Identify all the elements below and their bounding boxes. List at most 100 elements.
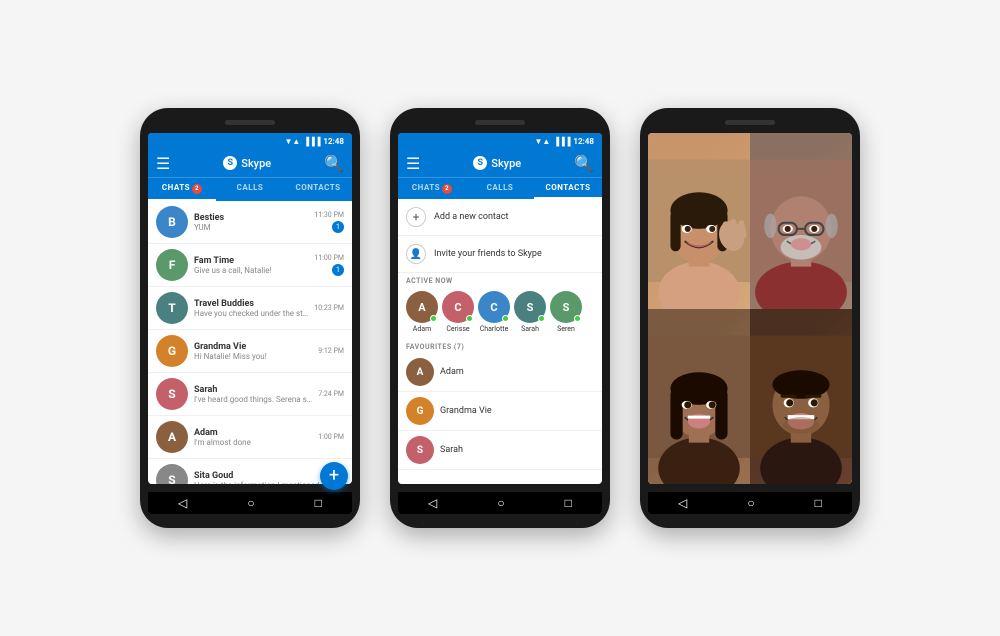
back-button-3[interactable]: ◁ (678, 496, 687, 510)
video-call-grid (648, 133, 852, 484)
active-avatar-wrap-cerisse: C (442, 291, 474, 323)
chat-meta-famtime: 11:00 PM 1 (314, 254, 344, 276)
chat-item-famtime[interactable]: F Fam Time Give us a call, Natalie! 11:0… (148, 244, 352, 287)
chat-time-famtime: 11:00 PM (314, 254, 344, 262)
search-icon-1[interactable]: 🔍 (324, 154, 344, 173)
add-contact-action[interactable]: + Add a new contact (398, 199, 602, 236)
recent-button-1[interactable]: □ (315, 496, 322, 510)
active-avatar-wrap-seren: S (550, 291, 582, 323)
tabs-1: CHATS2 CALLS CONTACTS (148, 177, 352, 201)
favourites-label: FAVOURITES (7) (398, 339, 602, 353)
skype-s-logo-1: S (223, 156, 237, 170)
menu-icon-1[interactable]: ☰ (156, 154, 170, 173)
wifi-icon: ▼▲ (285, 137, 301, 146)
online-dot-seren (574, 315, 581, 322)
nav-bar-2: ◁ ○ □ (398, 492, 602, 514)
chat-item-besties[interactable]: B Besties YUM 11:30 PM 1 (148, 201, 352, 244)
chat-meta-sarah: 7:24 PM (318, 390, 344, 398)
chat-preview-besties: YUM (194, 223, 308, 232)
chat-time-grandma: 9:12 PM (318, 347, 344, 355)
signal-icon: ▐▐▐ (303, 137, 320, 146)
active-contact-sarah[interactable]: S Sarah (514, 291, 546, 333)
tab-contacts-2[interactable]: CONTACTS (534, 178, 602, 199)
active-contact-adam[interactable]: A Adam (406, 291, 438, 333)
chats-badge-1: 2 (192, 184, 202, 194)
fav-item-adam[interactable]: A Adam (398, 353, 602, 392)
chat-meta-besties: 11:30 PM 1 (314, 211, 344, 233)
phone-screen-1: ▼▲ ▐▐▐ 12:48 ☰ S Skype 🔍 CHATS2 CALLS CO… (148, 133, 352, 484)
online-dot-charlotte (502, 315, 509, 322)
chat-unread-besties: 1 (332, 221, 344, 233)
active-name-sarah: Sarah (521, 325, 539, 333)
tab-calls-2[interactable]: CALLS (466, 178, 534, 199)
active-contact-charlotte[interactable]: C Charlotte (478, 291, 510, 333)
avatar-travel: T (156, 292, 188, 324)
chat-content-sita: Sita Goud Here is the information I ment… (194, 471, 338, 485)
back-button-2[interactable]: ◁ (428, 496, 437, 510)
chat-item-travel[interactable]: T Travel Buddies Have you checked under … (148, 287, 352, 330)
fav-item-grandma[interactable]: G Grandma Vie (398, 392, 602, 431)
back-button-1[interactable]: ◁ (178, 496, 187, 510)
video-participant-bot-right (750, 309, 852, 485)
active-contact-seren[interactable]: S Seren (550, 291, 582, 333)
online-dot-cerisse (466, 315, 473, 322)
chat-time-besties: 11:30 PM (314, 211, 344, 219)
active-name-adam: Adam (413, 325, 431, 333)
menu-icon-2[interactable]: ☰ (406, 154, 420, 173)
invite-action[interactable]: 👤 Invite your friends to Skype (398, 236, 602, 273)
avatar-besties: B (156, 206, 188, 238)
fav-item-sarah[interactable]: S Sarah (398, 431, 602, 470)
chat-item-adam[interactable]: A Adam I'm almost done 1:00 PM (148, 416, 352, 459)
tab-chats-1[interactable]: CHATS2 (148, 178, 216, 201)
tab-chats-2[interactable]: CHATS2 (398, 178, 466, 199)
status-bar-2: ▼▲ ▐▐▐ 12:48 (398, 133, 602, 149)
face-svg-top-right (750, 133, 852, 309)
phone-1: ▼▲ ▐▐▐ 12:48 ☰ S Skype 🔍 CHATS2 CALLS CO… (140, 108, 360, 528)
home-button-1[interactable]: ○ (247, 496, 254, 510)
skype-wordmark-1: Skype (241, 157, 271, 170)
recent-button-2[interactable]: □ (565, 496, 572, 510)
avatar-grandma: G (156, 335, 188, 367)
chat-content-sarah: Sarah I've heard good things. Serena sai… (194, 385, 312, 404)
skype-logo-1: S Skype (223, 156, 271, 170)
phone-screen-3 (648, 133, 852, 484)
tabs-2: CHATS2 CALLS CONTACTS (398, 177, 602, 199)
status-bar-1: ▼▲ ▐▐▐ 12:48 (148, 133, 352, 149)
tab-calls-1[interactable]: CALLS (216, 178, 284, 201)
recent-button-3[interactable]: □ (815, 496, 822, 510)
contacts-list: + Add a new contact 👤 Invite your friend… (398, 199, 602, 484)
active-contact-cerisse[interactable]: C Cerisse (442, 291, 474, 333)
face-svg-bot-left (648, 309, 750, 485)
fab-button-1[interactable]: + (320, 462, 348, 484)
tab-contacts-1[interactable]: CONTACTS (284, 178, 352, 201)
active-avatar-wrap-adam: A (406, 291, 438, 323)
phone-2: ▼▲ ▐▐▐ 12:48 ☰ S Skype 🔍 CHATS2 CALLS CO… (390, 108, 610, 528)
skype-header-2: ☰ S Skype 🔍 (398, 149, 602, 177)
phone-3: ◁ ○ □ (640, 108, 860, 528)
chat-list: B Besties YUM 11:30 PM 1 F Fam Time Give… (148, 201, 352, 484)
chat-item-sarah[interactable]: S Sarah I've heard good things. Serena s… (148, 373, 352, 416)
fav-name-sarah: Sarah (440, 445, 463, 455)
add-contact-label: Add a new contact (434, 212, 508, 222)
fav-name-grandma: Grandma Vie (440, 406, 492, 416)
chat-meta-travel: 10:23 PM (314, 304, 344, 312)
chat-content-famtime: Fam Time Give us a call, Natalie! (194, 256, 308, 275)
active-now-label: ACTIVE NOW (398, 273, 602, 287)
fav-avatar-adam: A (406, 358, 434, 386)
active-name-cerisse: Cerisse (446, 325, 469, 333)
phone-speaker-1 (225, 120, 275, 125)
nav-bar-1: ◁ ○ □ (148, 492, 352, 514)
chat-item-grandma[interactable]: G Grandma Vie Hi Natalie! Miss you! 9:12… (148, 330, 352, 373)
home-button-3[interactable]: ○ (747, 496, 754, 510)
chat-preview-sarah: I've heard good things. Serena said she.… (194, 395, 312, 404)
avatar-sarah: S (156, 378, 188, 410)
chat-content-adam: Adam I'm almost done (194, 428, 312, 447)
active-name-seren: Seren (557, 325, 575, 333)
active-avatar-wrap-sarah: S (514, 291, 546, 323)
video-participant-bot-left (648, 309, 750, 485)
time-display-2: 12:48 (573, 137, 594, 146)
search-icon-2[interactable]: 🔍 (574, 154, 594, 173)
video-participant-top-right (750, 133, 852, 309)
home-button-2[interactable]: ○ (497, 496, 504, 510)
active-name-charlotte: Charlotte (480, 325, 509, 333)
